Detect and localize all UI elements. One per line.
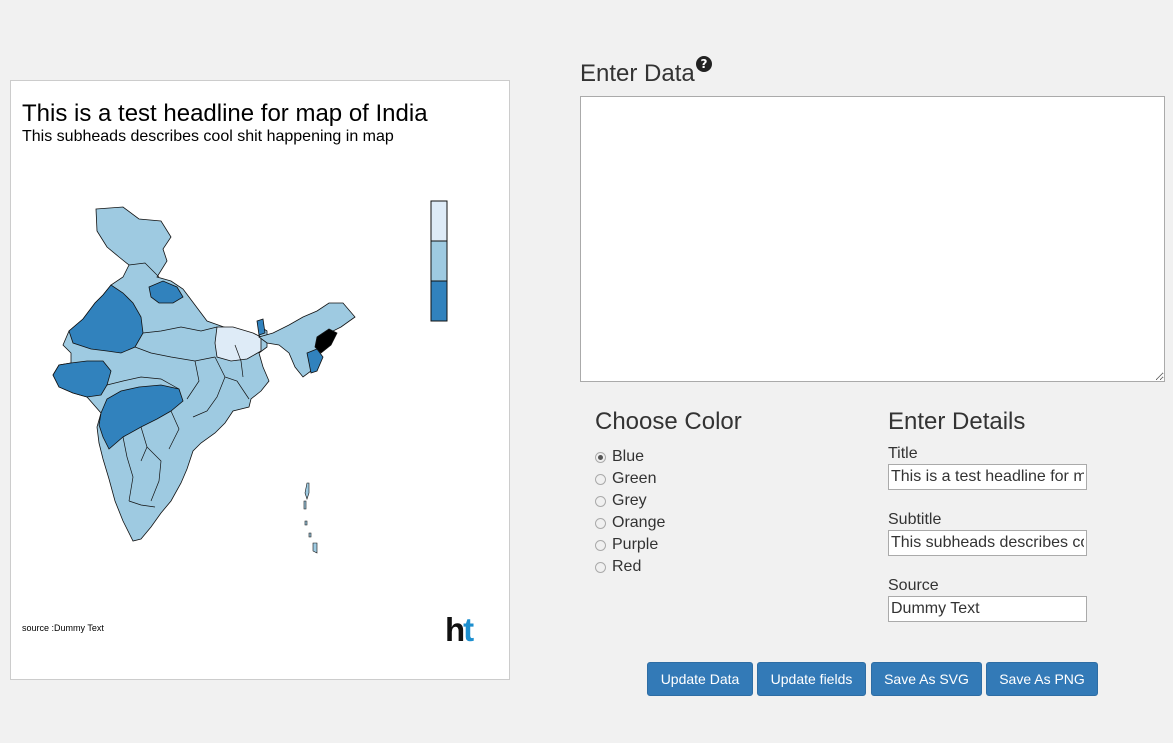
color-option-label: Orange bbox=[612, 514, 666, 531]
radio-button[interactable] bbox=[595, 517, 606, 529]
title-label: Title bbox=[888, 445, 918, 462]
title-input[interactable] bbox=[888, 464, 1087, 490]
legend-swatch-mid bbox=[430, 240, 448, 282]
color-option-blue[interactable]: Blue bbox=[595, 446, 665, 468]
map-title: This is a test headline for map of India bbox=[22, 100, 428, 127]
india-map bbox=[52, 200, 448, 554]
update-data-button[interactable]: Update Data bbox=[647, 662, 753, 696]
color-option-purple[interactable]: Purple bbox=[595, 534, 665, 556]
subtitle-input[interactable] bbox=[888, 530, 1087, 556]
color-option-label: Red bbox=[612, 558, 642, 575]
color-option-label: Grey bbox=[612, 492, 647, 509]
data-textarea[interactable] bbox=[580, 96, 1165, 382]
source-label: Source bbox=[888, 577, 939, 594]
radio-button[interactable] bbox=[595, 539, 606, 551]
state-northeast bbox=[258, 302, 356, 378]
enter-data-heading: Enter Data bbox=[580, 60, 695, 87]
question-circle-icon[interactable]: ? bbox=[696, 56, 712, 72]
map-source: source :Dummy Text bbox=[22, 623, 104, 633]
radio-button[interactable] bbox=[595, 561, 606, 573]
update-fields-button[interactable]: Update fields bbox=[757, 662, 866, 696]
ht-logo: ht bbox=[445, 611, 474, 648]
state-sikkim bbox=[256, 318, 266, 336]
state-gujarat bbox=[52, 360, 112, 398]
color-radio-group: Blue Green Grey Orange Purple Red bbox=[595, 446, 665, 578]
color-option-grey[interactable]: Grey bbox=[595, 490, 665, 512]
color-option-label: Green bbox=[612, 470, 657, 487]
subtitle-label: Subtitle bbox=[888, 511, 942, 528]
andaman-nicobar-islands bbox=[303, 482, 318, 554]
color-option-orange[interactable]: Orange bbox=[595, 512, 665, 534]
source-input[interactable] bbox=[888, 596, 1087, 622]
color-option-label: Purple bbox=[612, 536, 659, 553]
color-legend bbox=[430, 200, 448, 322]
map-preview: This is a test headline for map of India… bbox=[10, 80, 510, 680]
save-png-button[interactable]: Save As PNG bbox=[986, 662, 1098, 696]
choose-color-heading: Choose Color bbox=[595, 408, 742, 435]
logo-letter-h: h bbox=[445, 611, 465, 648]
legend-swatch-low bbox=[430, 200, 448, 242]
color-option-red[interactable]: Red bbox=[595, 556, 665, 578]
save-svg-button[interactable]: Save As SVG bbox=[871, 662, 982, 696]
color-option-green[interactable]: Green bbox=[595, 468, 665, 490]
enter-details-heading: Enter Details bbox=[888, 408, 1026, 435]
radio-button[interactable] bbox=[595, 473, 606, 485]
logo-letter-t: t bbox=[463, 611, 474, 648]
radio-button-checked[interactable] bbox=[595, 451, 606, 463]
map-subtitle: This subheads describes cool shit happen… bbox=[22, 128, 394, 145]
color-option-label: Blue bbox=[612, 448, 645, 465]
legend-swatch-high bbox=[430, 280, 448, 322]
radio-button[interactable] bbox=[595, 495, 606, 507]
